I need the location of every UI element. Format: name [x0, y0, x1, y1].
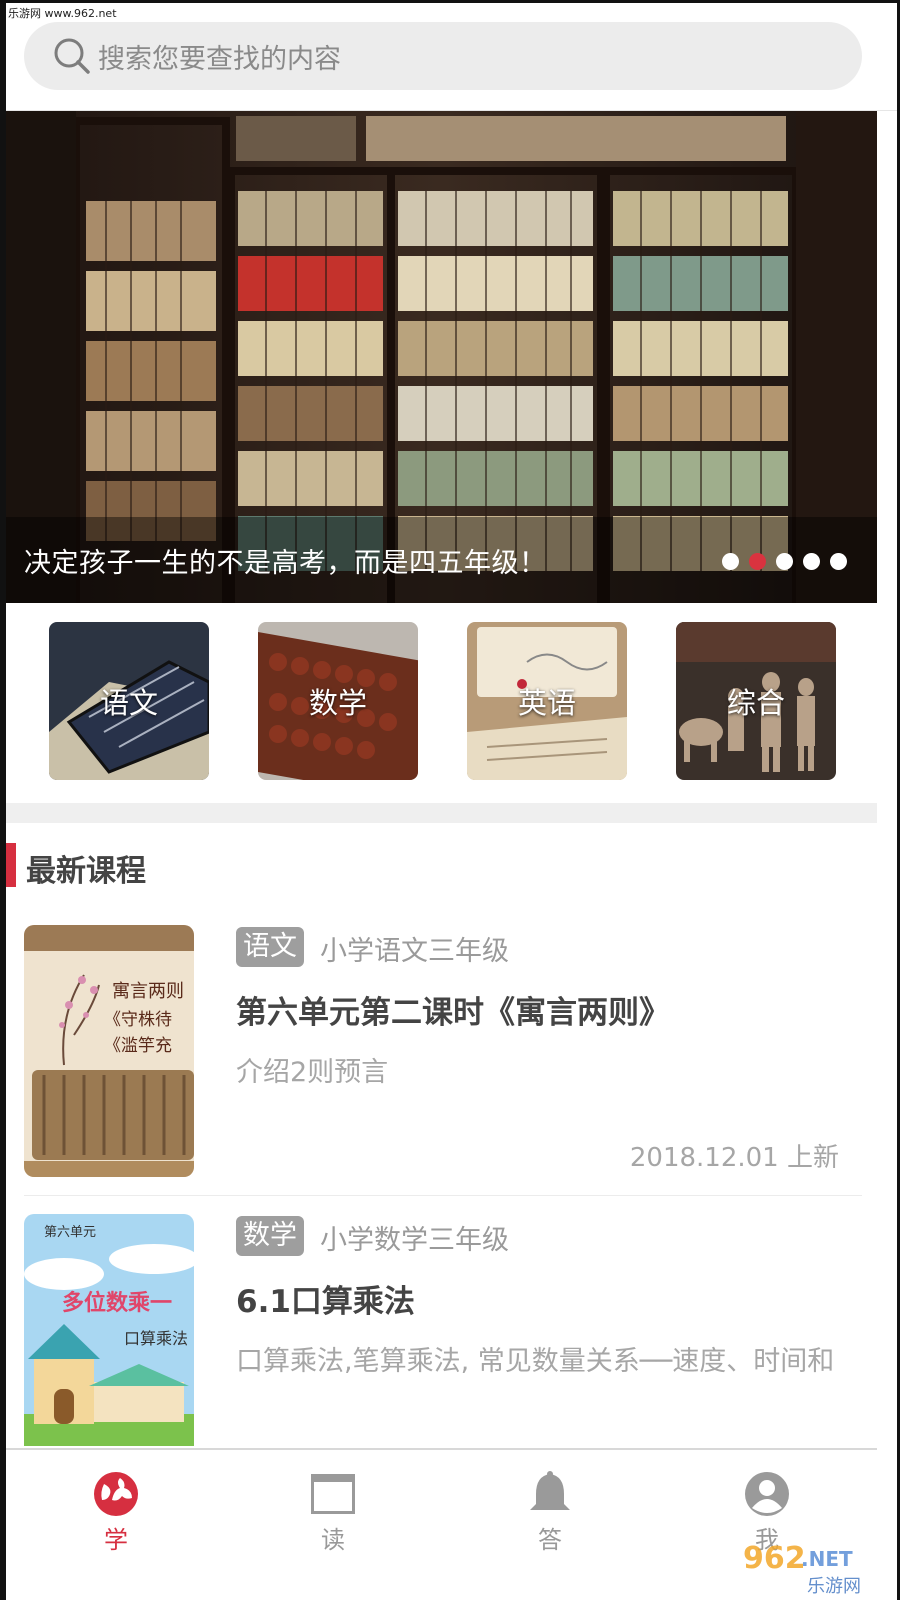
category-label: 语文 — [99, 686, 158, 720]
banner-caption-bar: 决定孩子一生的不是高考，而是四五年级！ — [6, 517, 877, 603]
course-grade: 小学语文三年级 — [320, 936, 509, 967]
svg-text:乐游网: 乐游网 — [807, 1576, 861, 1597]
multiplication-course-image: 第六单元 多位数乘一 口算乘法 — [24, 1214, 194, 1446]
category-general[interactable]: 综合 — [676, 622, 836, 780]
tab-answer[interactable]: 答 — [490, 1470, 610, 1580]
course-card[interactable]: 第六单元 多位数乘一 口算乘法 数学 小学数学三年级 6.1口算乘法 口算乘法,… — [6, 1214, 877, 1446]
thumb-line: 《守株待 — [104, 1010, 172, 1030]
svg-text:962: 962 — [743, 1541, 806, 1576]
section-title: 最新课程 — [26, 854, 146, 889]
tab-read[interactable]: 读 — [273, 1470, 393, 1580]
course-grade: 小学数学三年级 — [320, 1225, 509, 1256]
thumb-line: 寓言两则 — [112, 981, 184, 1002]
user-icon — [745, 1472, 789, 1516]
book-icon — [311, 1474, 355, 1514]
category-math[interactable]: 数学 — [258, 622, 418, 780]
carousel-dot[interactable] — [722, 553, 739, 570]
search-placeholder: 搜索您要查找的内容 — [98, 43, 341, 75]
course-description: 口算乘法,笔算乘法, 常见数量关系──速度、时间和 — [236, 1346, 835, 1377]
course-thumbnail: 寓言两则 《守株待 《滥竽充 — [24, 925, 194, 1177]
category-chinese[interactable]: 语文 — [49, 622, 209, 780]
carousel-dot[interactable] — [776, 553, 793, 570]
category-label: 综合 — [726, 686, 785, 720]
latest-courses-header: 最新课程 — [6, 840, 877, 890]
thumb-line: 多位数乘一 — [62, 1290, 172, 1316]
course-date: 2018.12.01 上新 — [629, 1143, 839, 1173]
search-header: 搜索您要查找的内容 — [6, 3, 897, 111]
subject-tag: 数学 — [236, 1216, 304, 1256]
thumb-line: 《滥竽充 — [104, 1036, 172, 1056]
course-card[interactable]: 寓言两则 《守株待 《滥竽充 语文 小学语文三年级 第六单元第二课时《寓言两则》… — [6, 925, 877, 1185]
carousel-indicators — [722, 553, 847, 570]
category-label: 数学 — [308, 686, 367, 720]
banner-caption: 决定孩子一生的不是高考，而是四五年级！ — [24, 548, 547, 579]
carousel-dot[interactable] — [803, 553, 820, 570]
banner-carousel[interactable]: 决定孩子一生的不是高考，而是四五年级！ — [6, 111, 877, 603]
thumb-line: 口算乘法 — [124, 1329, 188, 1348]
subject-tag: 语文 — [236, 927, 304, 967]
fable-course-image: 寓言两则 《守株待 《滥竽充 — [24, 925, 194, 1177]
search-icon — [52, 36, 92, 76]
category-english[interactable]: 英语 — [467, 622, 627, 780]
globe-icon — [94, 1472, 138, 1516]
course-thumbnail: 第六单元 多位数乘一 口算乘法 — [24, 1214, 194, 1446]
section-divider — [6, 803, 877, 823]
course-description: 介绍2则预言 — [236, 1057, 389, 1088]
tab-learn[interactable]: 学 — [56, 1470, 176, 1580]
bell-icon — [530, 1471, 570, 1510]
row-separator — [24, 1195, 862, 1196]
tab-label: 读 — [321, 1526, 345, 1554]
bottom-tab-bar: 学 读 答 我 962 .NET 乐游网 — [6, 1448, 877, 1600]
category-grid: 语文 数学 英语 综合 — [6, 603, 877, 803]
search-bar[interactable]: 搜索您要查找的内容 — [24, 22, 862, 90]
course-title[interactable]: 6.1口算乘法 — [236, 1276, 415, 1321]
thumb-line: 第六单元 — [44, 1225, 96, 1240]
category-label: 英语 — [517, 686, 576, 720]
tab-label: 学 — [104, 1526, 128, 1554]
top-watermark: 乐游网 www.962.net — [8, 7, 117, 20]
course-title[interactable]: 第六单元第二课时《寓言两则》 — [236, 987, 670, 1032]
tab-label: 答 — [538, 1526, 562, 1554]
section-accent-bar — [6, 843, 16, 887]
site-watermark-logo: 962 .NET 乐游网 — [743, 1541, 861, 1597]
carousel-dot-active[interactable] — [749, 553, 766, 570]
svg-text:.NET: .NET — [801, 1547, 853, 1571]
carousel-dot[interactable] — [830, 553, 847, 570]
